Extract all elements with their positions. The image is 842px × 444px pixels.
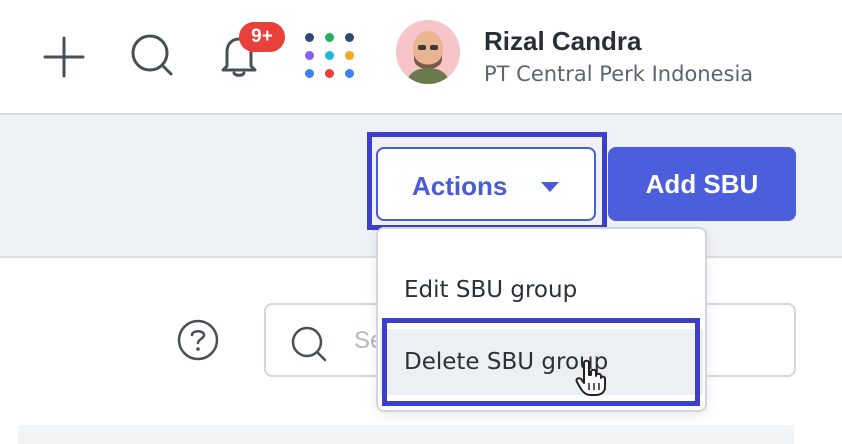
add-sbu-button[interactable]: Add SBU <box>608 147 796 221</box>
delete-highlight-box <box>382 318 700 406</box>
apps-dot <box>305 51 314 60</box>
actions-label: Actions <box>412 171 508 201</box>
menu-item-edit-sbu-group[interactable]: Edit SBU group <box>380 257 703 323</box>
avatar[interactable] <box>396 20 460 84</box>
help-icon[interactable] <box>176 318 220 362</box>
plus-icon[interactable] <box>43 36 85 78</box>
avatar-illustration <box>396 20 460 84</box>
actions-dropdown-button[interactable]: Actions <box>376 147 596 221</box>
apps-dot <box>305 33 314 42</box>
apps-dot <box>345 33 354 42</box>
user-name: Rizal Candra <box>484 26 642 56</box>
hand-cursor-icon <box>575 359 606 396</box>
search-icon[interactable] <box>130 33 176 79</box>
apps-dot <box>345 51 354 60</box>
notification-badge: 9+ <box>239 22 285 52</box>
apps-dot <box>345 69 354 78</box>
search-icon <box>291 326 327 362</box>
user-company: PT Central Perk Indonesia <box>484 62 754 86</box>
apps-grid-icon[interactable] <box>305 33 355 83</box>
apps-dot <box>305 69 314 78</box>
apps-dot <box>325 69 334 78</box>
caret-down-icon <box>541 182 559 192</box>
apps-dot <box>325 51 334 60</box>
apps-dot <box>325 33 334 42</box>
table-header-strip <box>18 425 794 444</box>
top-bar: 9+ Rizal Candra PT Central Perk Indonesi… <box>0 0 842 115</box>
